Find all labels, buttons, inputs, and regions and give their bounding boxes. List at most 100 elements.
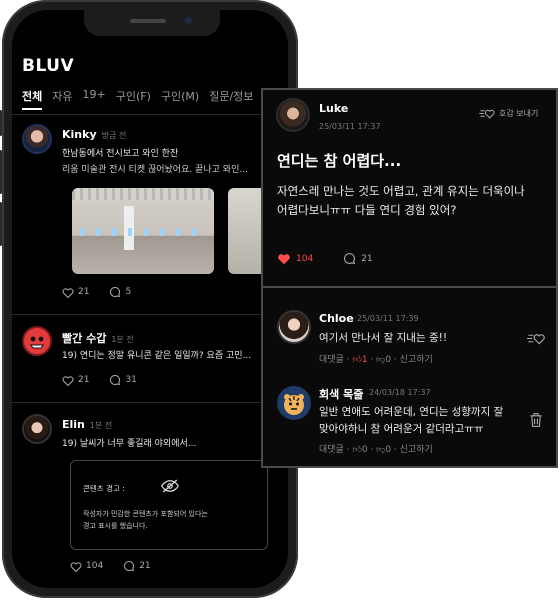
warning-body-2: 경고 표시를 했습니다. bbox=[83, 522, 148, 530]
heart-send-icon bbox=[479, 109, 495, 119]
report-button[interactable]: 신고하기 bbox=[400, 355, 433, 365]
report-button[interactable]: 신고하기 bbox=[400, 445, 433, 455]
commenter-avatar[interactable] bbox=[277, 386, 311, 420]
comment-icon bbox=[124, 560, 135, 572]
heart-icon bbox=[62, 375, 74, 386]
post-time: 1분 전 bbox=[111, 335, 134, 344]
send-like-button[interactable]: 호감 보내기 bbox=[479, 108, 538, 119]
speaker bbox=[130, 19, 166, 23]
mask-icon bbox=[30, 336, 44, 349]
comment-text: 여기서 만나서 잘 지내는 중!! bbox=[319, 332, 448, 344]
post-actions: 104 21 bbox=[277, 252, 373, 265]
post-divider bbox=[12, 402, 288, 403]
comment-time: 25/03/11 17:39 bbox=[357, 314, 419, 323]
reply-button[interactable]: 대댓글 bbox=[319, 445, 344, 455]
tab-qna[interactable]: 질문/정보 bbox=[209, 88, 253, 110]
post-title: 연디는 참 어렵다... bbox=[277, 152, 402, 170]
megaphone-icon[interactable] bbox=[486, 55, 508, 77]
category-tabs: 전체 자유 19+ 구인(F) 구인(M) 질문/정보 bbox=[22, 88, 292, 110]
mute-switch bbox=[0, 110, 2, 136]
comment-actions: 대댓글 · 👍︎0 · 👎︎0 · 신고하기 bbox=[319, 445, 433, 455]
post-author[interactable]: Elin 1분 전 bbox=[62, 418, 112, 431]
notch bbox=[84, 10, 220, 36]
send-like-label: 호감 보내기 bbox=[499, 109, 539, 118]
comment-text-line-1: 일반 연애도 어려운데, 연디는 성향까지 잘 bbox=[319, 406, 504, 418]
comment-text-line-2: 맞아야하니 참 어려운거 같더라고ㅠㅠ bbox=[319, 423, 484, 435]
avatar[interactable] bbox=[22, 414, 52, 444]
like-count: 104 bbox=[86, 561, 104, 571]
trash-icon[interactable] bbox=[529, 412, 543, 428]
like-button[interactable]: 👍︎0 bbox=[352, 445, 367, 455]
like-button[interactable]: 21 bbox=[62, 375, 89, 386]
dislike-button[interactable]: 👎︎0 bbox=[376, 355, 391, 365]
comment-button[interactable]: 21 bbox=[343, 252, 373, 265]
post-title: 19) 연디는 정말 유니콘 같은 일일까? 요즘 고민... bbox=[62, 351, 252, 361]
comment-icon bbox=[344, 253, 356, 265]
post-detail-card: Luke 25/03/11 17:37 호감 보내기 연디는 참 어렵다... … bbox=[261, 88, 558, 468]
commenter-name[interactable]: 회색 목줄 bbox=[319, 386, 363, 402]
store-icon[interactable] bbox=[518, 55, 540, 77]
comment-count: 5 bbox=[125, 287, 132, 297]
camera bbox=[185, 17, 192, 24]
post-body: 자연스레 만나는 것도 어렵고, 관계 유지는 더욱이나 어렵다보니ㅠㅠ 다들 … bbox=[277, 182, 549, 220]
heart-icon bbox=[62, 287, 74, 298]
post-title: 한남동에서 전시보고 와인 한잔 bbox=[62, 149, 179, 159]
commenter-name[interactable]: Chloe bbox=[319, 312, 354, 325]
tab-free[interactable]: 자유 bbox=[52, 88, 72, 110]
post-author[interactable]: 빨간 수갑 1분 전 bbox=[62, 330, 134, 346]
comment-button[interactable]: 31 bbox=[109, 374, 137, 386]
tab-hiring-f[interactable]: 구인(F) bbox=[116, 88, 151, 110]
comment-time: 24/03/18 17:37 bbox=[369, 388, 431, 397]
comment-actions: 대댓글 · 👍︎1 · 👎︎0 · 신고하기 bbox=[319, 355, 433, 365]
like-count: 104 bbox=[296, 253, 314, 264]
feed-post-3[interactable]: Elin 1분 전 19) 날씨가 너무 좋길래 야외에서... 콘텐츠 경고 :… bbox=[22, 414, 284, 574]
comment-button[interactable]: 5 bbox=[109, 286, 131, 298]
dislike-count: 0 bbox=[385, 445, 392, 455]
heart-send-icon[interactable] bbox=[527, 332, 545, 345]
tabs-divider bbox=[12, 114, 288, 115]
comment-count: 21 bbox=[361, 253, 373, 264]
app-logo: BLUV bbox=[22, 56, 75, 76]
like-button[interactable]: 104 bbox=[277, 252, 313, 265]
tab-hiring-m[interactable]: 구인(M) bbox=[161, 88, 199, 110]
tab-all[interactable]: 전체 bbox=[22, 88, 43, 110]
post-divider bbox=[12, 314, 288, 315]
like-button[interactable]: 👍︎1 bbox=[352, 355, 367, 365]
comment-icon bbox=[110, 286, 121, 298]
content-warning-box[interactable]: 콘텐츠 경고 : 작성자가 민감한 콘텐츠가 포함되어 있다는 경고 표시를 했… bbox=[70, 460, 268, 550]
post-actions: 104 21 bbox=[70, 560, 151, 572]
dislike-button[interactable]: 👎︎0 bbox=[376, 445, 391, 455]
comment-count: 31 bbox=[125, 375, 137, 385]
app-bar: BLUV bbox=[22, 52, 540, 80]
warning-body-1: 작성자가 민감한 콘텐츠가 포함되어 있다는 bbox=[83, 510, 208, 518]
comment-count: 21 bbox=[139, 561, 151, 571]
tab-19plus[interactable]: 19+ bbox=[83, 88, 106, 110]
post-image-1[interactable] bbox=[72, 188, 214, 274]
post-body-line-1: 자연스레 만나는 것도 어렵고, 관계 유지는 더욱이나 bbox=[277, 184, 525, 198]
post-time: 25/03/11 17:37 bbox=[319, 122, 381, 131]
like-button[interactable]: 104 bbox=[70, 561, 103, 572]
post-preview: 리움 미술관 전시 티켓 끊어놨어요. 끝나고 와인... bbox=[62, 165, 248, 175]
post-author[interactable]: Kinky 방금 전 bbox=[62, 128, 126, 141]
feed-post-2[interactable]: 빨간 수갑 1분 전 19) 연디는 정말 유니콘 같은 일일까? 요즘 고민..… bbox=[22, 326, 284, 396]
like-count: 0 bbox=[361, 445, 368, 455]
avatar[interactable] bbox=[22, 124, 52, 154]
feed-post-1[interactable]: Kinky 방금 전 한남동에서 전시보고 와인 한잔 리움 미술관 전시 티켓 … bbox=[22, 124, 288, 304]
volume-up-button bbox=[0, 150, 2, 194]
section-divider bbox=[263, 286, 556, 288]
post-actions: 21 31 bbox=[62, 374, 137, 386]
like-count: 1 bbox=[361, 355, 368, 365]
like-button[interactable]: 21 bbox=[62, 287, 89, 298]
author-avatar[interactable] bbox=[276, 98, 310, 132]
dislike-count: 0 bbox=[385, 355, 392, 365]
author-name[interactable]: Luke bbox=[319, 102, 348, 115]
post-title: 19) 날씨가 너무 좋길래 야외에서... bbox=[62, 439, 197, 449]
commenter-avatar[interactable] bbox=[277, 310, 311, 344]
comment-button[interactable]: 21 bbox=[123, 560, 151, 572]
volume-down-button bbox=[0, 202, 2, 246]
eye-off-icon bbox=[161, 479, 179, 493]
post-time: 방금 전 bbox=[101, 131, 127, 140]
avatar[interactable] bbox=[22, 326, 52, 356]
tiger-icon bbox=[284, 394, 304, 415]
reply-button[interactable]: 대댓글 bbox=[319, 355, 344, 365]
